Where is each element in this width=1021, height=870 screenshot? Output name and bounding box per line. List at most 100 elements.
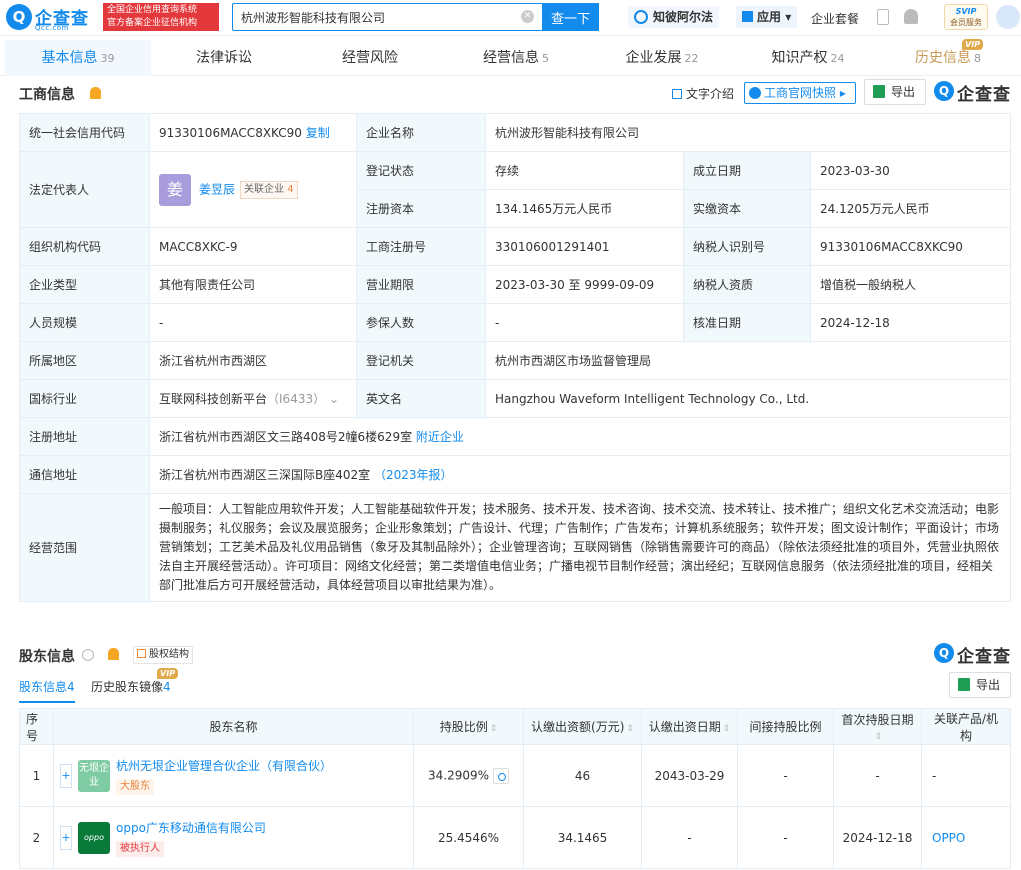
official-snapshot-button[interactable]: 工商官网快照 ▸ xyxy=(744,82,856,104)
table-row: 2 + oppo oppo广东移动通信有限公司 被执行人 25.4546% 34.14… xyxy=(19,806,1011,869)
related-label: 关联企业 xyxy=(244,183,285,195)
mail-address-cell: 浙江省杭州市西湖区三深国际B座402室 （2023年报） xyxy=(148,455,1012,494)
taxpayer-id-label: 纳税人识别号 xyxy=(683,227,811,266)
col-name: 股东名称 xyxy=(53,708,414,745)
mail-address-value: 浙江省杭州市西湖区三深国际B座402室 xyxy=(159,468,371,482)
info-icon[interactable] xyxy=(82,649,94,661)
shareholders-title: 股东信息 xyxy=(19,649,75,665)
equity-structure-button[interactable]: 股权结构 xyxy=(133,646,193,664)
col-amount[interactable]: 认缴出资额(万元) ⇕ xyxy=(523,708,642,745)
amount-value: 34.1465 xyxy=(523,806,642,869)
export-business-button[interactable]: 导出 xyxy=(864,79,926,105)
term-value: 2023-03-30 至 9999-09-09 xyxy=(485,265,684,304)
monitor-bell-icon[interactable] xyxy=(108,648,119,660)
tab-label: 经营信息 xyxy=(483,50,539,66)
related-companies-tag[interactable]: 关联企业 4 xyxy=(240,180,298,199)
search-input[interactable] xyxy=(232,3,542,31)
tab-operation[interactable]: 经营信息 5 xyxy=(443,40,589,76)
tab-history[interactable]: 历史信息 8 VIP xyxy=(875,39,1021,76)
monitor-bell-icon[interactable] xyxy=(90,87,101,99)
excel-icon xyxy=(958,678,970,691)
official-badge: 全国企业信用查询系统 官方备案企业征信机构 xyxy=(103,3,219,31)
chevron-right-icon: ▸ xyxy=(839,86,846,100)
ratio-chart-icon[interactable] xyxy=(493,767,510,784)
tab-label: 经营风险 xyxy=(342,50,398,66)
industry-cell[interactable]: 互联网科技创新平台（I6433） ⌄ xyxy=(149,379,357,418)
nearby-companies-link[interactable]: 附近企业 xyxy=(416,430,464,444)
reg-address-cell: 浙江省杭州市西湖区文三路408号2幢6楼629室 附近企业 xyxy=(148,417,1012,456)
col-first-date[interactable]: 首次持股日期 ⇕ xyxy=(833,708,922,745)
mobile-app-icon[interactable] xyxy=(877,9,889,25)
related-count: 4 xyxy=(287,183,294,195)
svip-label: SVIP xyxy=(955,7,977,16)
company-type-label: 企业类型 xyxy=(19,265,150,304)
site-logo[interactable]: Q 企查查 Qcc.com xyxy=(6,3,100,33)
paid-capital-value: 24.1205万元人民币 xyxy=(809,189,1012,228)
table-row: 1 +无垠企业 杭州无垠企业管理合伙企业（有限合伙） 大股东 34.2909% 46… xyxy=(19,744,1011,807)
tab-risk[interactable]: 经营风险 xyxy=(297,40,443,76)
term-label: 营业期限 xyxy=(356,265,486,304)
copy-link[interactable]: 复制 xyxy=(306,126,330,140)
legal-rep-avatar: 姜 xyxy=(159,173,191,206)
tab-development[interactable]: 企业发展 22 xyxy=(589,40,735,76)
scope-value: 一般项目：人工智能应用软件开发；人工智能基础软件开发；技术服务、技术开发、技术咨… xyxy=(148,493,1012,602)
expand-icon[interactable]: + xyxy=(60,825,72,850)
svip-member-button[interactable]: SVIP 会员服务 xyxy=(944,4,988,30)
apps-menu-button[interactable]: 应用 ▾ xyxy=(736,6,798,28)
annual-report-link[interactable]: （2023年报） xyxy=(374,468,453,482)
clear-search-icon[interactable]: ✕ xyxy=(521,10,534,23)
ai-assistant-button[interactable]: 知彼阿尔法 xyxy=(628,6,720,28)
apps-grid-icon xyxy=(742,11,753,22)
expand-icon[interactable]: + xyxy=(60,763,72,788)
authority-value: 杭州市西湖区市场监督管理局 xyxy=(484,341,1012,380)
subtab-history-shareholders[interactable]: 历史股东镜像4 xyxy=(91,678,171,695)
col-date[interactable]: 认缴出资日期 ⇕ xyxy=(641,708,738,745)
user-avatar[interactable] xyxy=(996,5,1020,29)
region-label: 所属地区 xyxy=(19,341,150,380)
badge-line2: 官方备案企业征信机构 xyxy=(107,18,198,28)
notification-bell-icon[interactable] xyxy=(904,9,918,24)
ratio-cell: 34.2909% xyxy=(413,744,524,807)
amount-value: 46 xyxy=(523,744,642,807)
industry-code: （I6433） xyxy=(267,392,326,406)
vip-badge: VIP xyxy=(157,668,179,679)
qcc-brand-logo: Q 企查查 xyxy=(934,643,1014,667)
subtab-count: 4 xyxy=(163,680,171,694)
legal-rep-link[interactable]: 姜昱辰 xyxy=(199,182,235,196)
shareholder-name-link[interactable]: 杭州无垠企业管理合伙企业（有限合伙） xyxy=(116,757,332,775)
legal-rep-cell: 姜姜昱辰 关联企业 4 xyxy=(149,151,357,228)
export-shareholders-button[interactable]: 导出 xyxy=(949,672,1011,698)
col-index: 序号 xyxy=(19,708,54,745)
en-name-label: 英文名 xyxy=(356,379,486,418)
approve-date-value: 2024-12-18 xyxy=(809,303,1012,342)
tab-ip[interactable]: 知识产权 24 xyxy=(735,40,881,76)
enterprise-plan-link[interactable]: 企业套餐 xyxy=(811,10,859,27)
insured-value: - xyxy=(485,303,684,342)
product-link[interactable]: OPPO xyxy=(932,831,965,845)
text-intro-label: 文字介绍 xyxy=(686,87,735,101)
tab-legal[interactable]: 法律诉讼 xyxy=(151,40,297,76)
document-icon xyxy=(672,89,682,99)
equity-tree-icon xyxy=(137,649,146,658)
sort-icon: ⇕ xyxy=(722,724,731,734)
shareholder-name-link[interactable]: oppo广东移动通信有限公司 xyxy=(116,819,266,837)
reg-address-value: 浙江省杭州市西湖区文三路408号2幢6楼629室 xyxy=(159,430,413,444)
col-ratio[interactable]: 持股比例 ⇕ xyxy=(413,708,524,745)
tab-basic-info[interactable]: 基本信息 39 xyxy=(5,40,151,76)
reg-status-label: 登记状态 xyxy=(356,151,486,190)
tab-label: 法律诉讼 xyxy=(196,50,252,66)
text-intro-link[interactable]: 文字介绍 xyxy=(672,85,734,102)
date-value: 2043-03-29 xyxy=(641,744,738,807)
credit-code-value: 91330106MACC8XKC90 xyxy=(159,126,302,140)
reg-capital-value: 134.1465万元人民币 xyxy=(485,189,684,228)
industry-value: 互联网科技创新平台 xyxy=(159,392,268,406)
col-indirect: 间接持股比例 xyxy=(737,708,834,745)
subtab-count: 4 xyxy=(67,680,75,694)
indirect-value: - xyxy=(737,744,834,807)
brand-mark-icon: Q xyxy=(934,81,954,101)
search-button[interactable]: 查一下 xyxy=(542,3,599,31)
excel-icon xyxy=(873,85,885,98)
sort-icon: ⇕ xyxy=(874,732,883,742)
tab-count: 39 xyxy=(100,52,115,65)
subtab-current-shareholders[interactable]: 股东信息4 xyxy=(19,678,75,703)
